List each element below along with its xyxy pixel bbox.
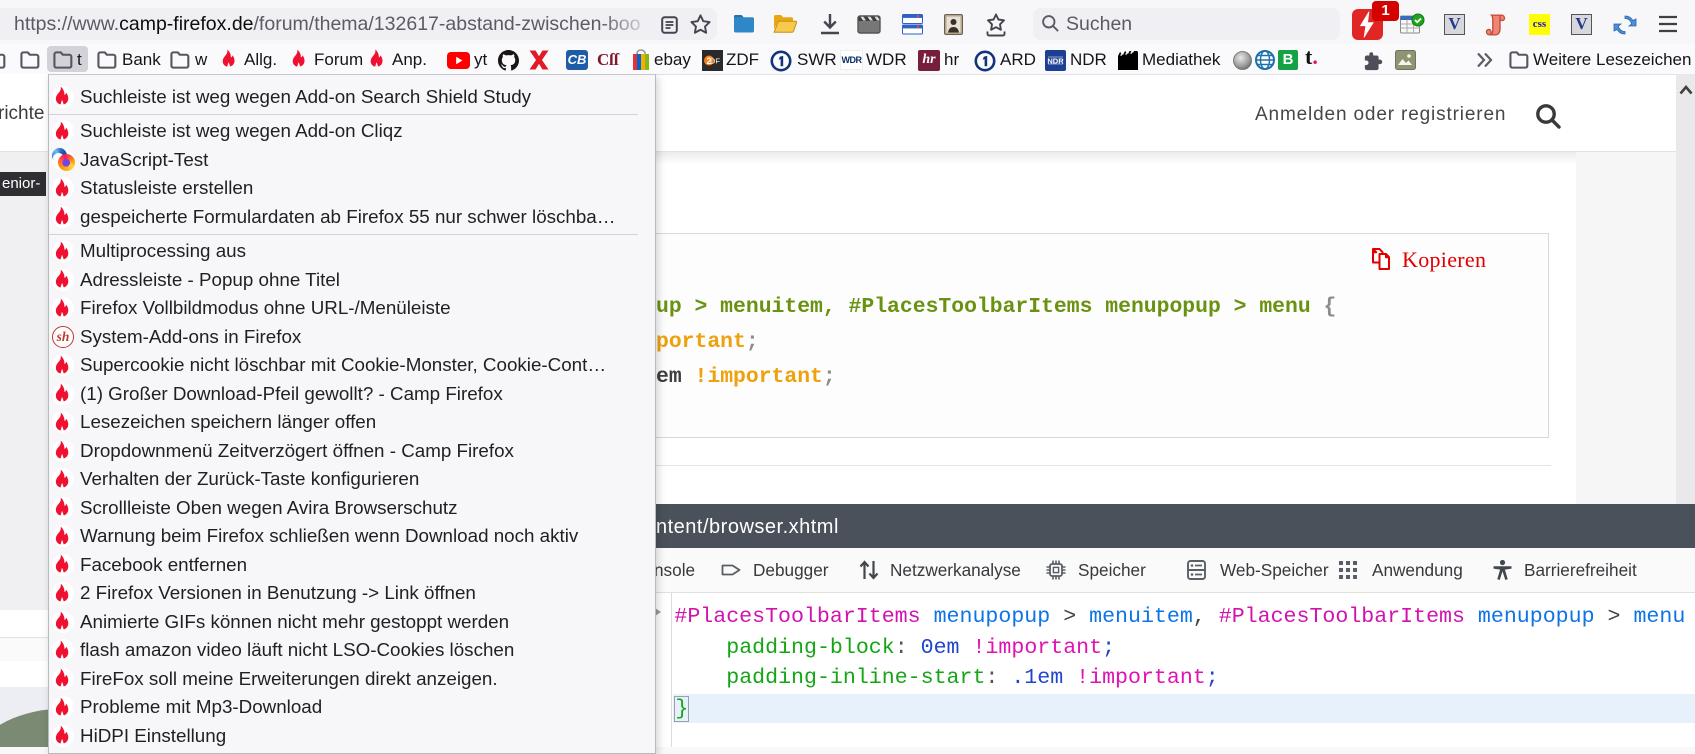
- svg-text:DF: DF: [710, 57, 720, 66]
